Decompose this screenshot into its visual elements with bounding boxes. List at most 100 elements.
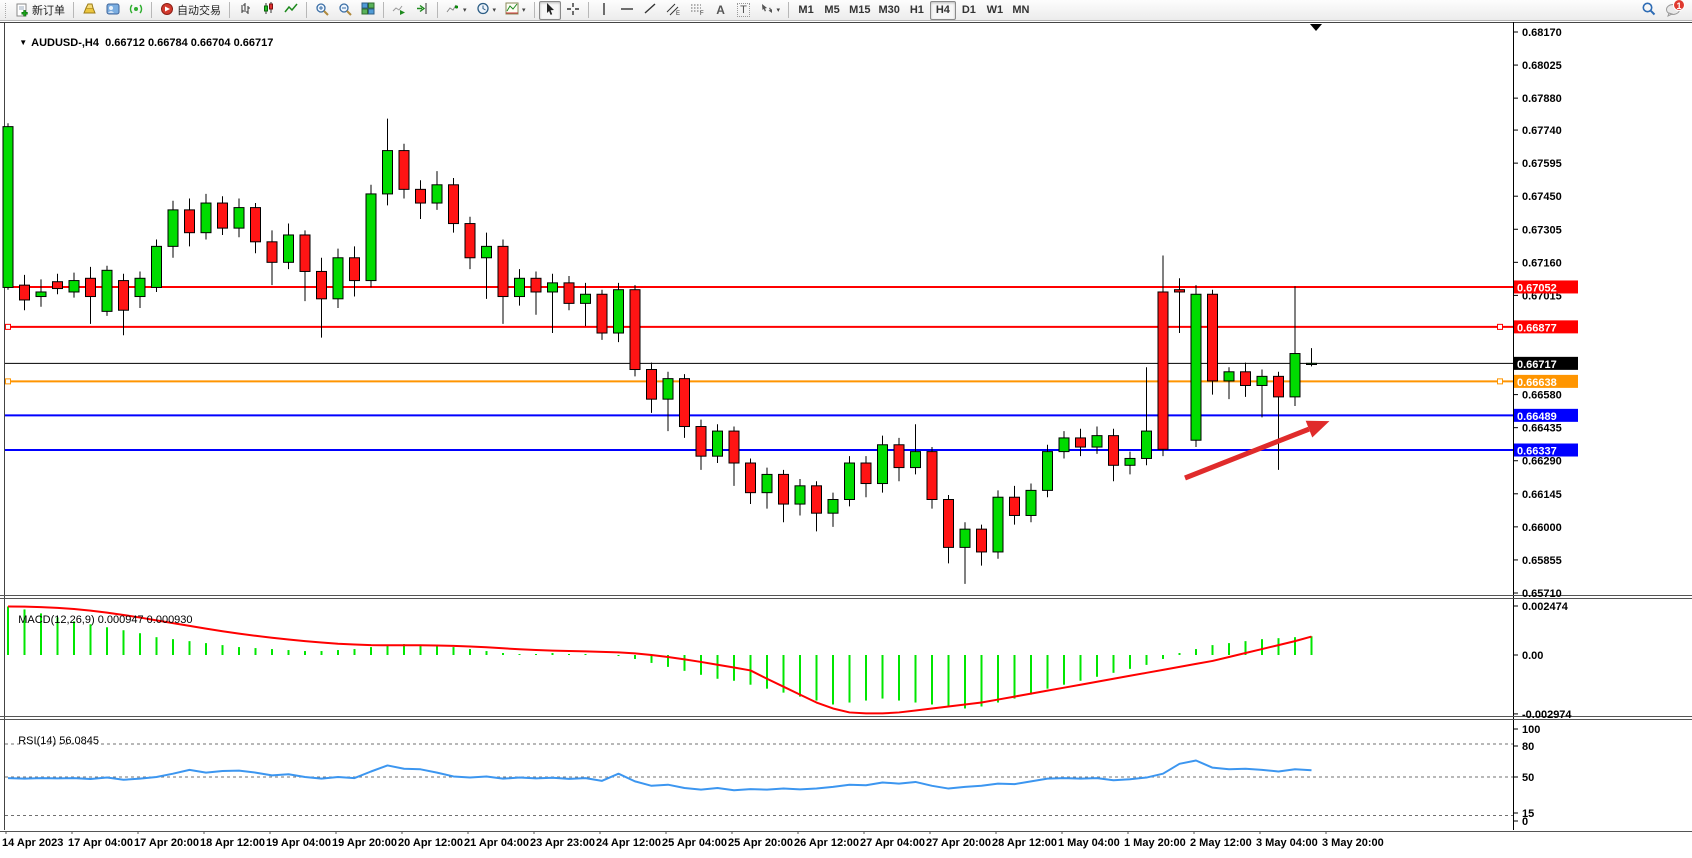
notifications-button[interactable]: 1: [1661, 1, 1685, 20]
candle-bear: [251, 208, 261, 242]
timeframe-button-m30[interactable]: M30: [874, 1, 903, 20]
bar-chart-button[interactable]: [234, 1, 256, 20]
rsi-tick-label: 50: [1522, 772, 1534, 784]
trend-arrow-head[interactable]: [1306, 421, 1330, 438]
text-button[interactable]: A: [710, 1, 732, 20]
timeframe-button-m1[interactable]: M1: [793, 1, 819, 20]
candle-bear: [416, 189, 426, 203]
zoom-in-button[interactable]: [311, 1, 333, 20]
level-price-label: 0.66337: [1517, 446, 1557, 458]
timeframe-button-h1[interactable]: H1: [904, 1, 930, 20]
timeframe-label: H1: [910, 4, 924, 16]
svg-text:F: F: [700, 11, 704, 16]
tile-windows-button[interactable]: [357, 1, 379, 20]
time-axis-label: 18 Apr 12:00: [200, 837, 265, 849]
vertical-line-button[interactable]: [593, 1, 615, 20]
text-label-button[interactable]: T: [733, 1, 755, 20]
candle-bull: [36, 292, 46, 297]
price-tick-label: 0.67740: [1522, 125, 1562, 137]
cursor-button[interactable]: [539, 1, 561, 20]
candle-bear: [53, 282, 63, 289]
line-chart-button[interactable]: [280, 1, 302, 20]
time-axis-label: 28 Apr 12:00: [992, 837, 1057, 849]
chart-shift-marker-icon[interactable]: [1310, 24, 1322, 31]
collapse-triangle-icon[interactable]: ▼: [19, 38, 27, 47]
candle-bull: [993, 497, 1003, 552]
level-line-handle[interactable]: [1498, 379, 1503, 384]
macd-current-values: 0.000947 0.000930: [98, 614, 193, 626]
candle-bear: [465, 224, 475, 258]
rsi-tick-label: 0: [1522, 816, 1528, 828]
signal-icon: [129, 2, 143, 18]
candle-bull: [911, 452, 921, 468]
candle-bear: [630, 290, 640, 370]
new-order-button[interactable]: 新订单: [11, 1, 69, 20]
candle-bull: [333, 258, 343, 299]
candle-bear: [317, 271, 327, 298]
timeframe-button-h4[interactable]: H4: [930, 1, 956, 20]
toolbar-separator: [383, 2, 384, 18]
candle-bear: [1241, 372, 1251, 386]
timeframe-label: M30: [878, 4, 899, 16]
dropdown-caret-icon: ▾: [777, 7, 781, 14]
chat-icon: 1: [1665, 3, 1681, 17]
candlestick-series: [3, 119, 1317, 584]
chart-window: 0.681700.680250.678800.677400.675950.674…: [0, 21, 1692, 853]
candle-bear: [1010, 497, 1020, 515]
auto-trading-button[interactable]: 自动交易: [156, 1, 225, 20]
toolbar-separator: [306, 2, 307, 18]
horizontal-line-button[interactable]: [616, 1, 638, 20]
candle-bull: [581, 294, 591, 303]
timeframe-button-mn[interactable]: MN: [1008, 1, 1034, 20]
level-line-handle[interactable]: [6, 324, 11, 329]
signals-button[interactable]: [125, 1, 147, 20]
chart-canvas[interactable]: 0.681700.680250.678800.677400.675950.674…: [0, 21, 1692, 853]
tile-windows-icon: [361, 2, 375, 18]
level-line-handle[interactable]: [6, 379, 11, 384]
templates-button[interactable]: ▾: [501, 1, 530, 20]
trendline-button[interactable]: [639, 1, 661, 20]
indicators-button[interactable]: ▾: [442, 1, 471, 20]
trend-arrow-line[interactable]: [1185, 429, 1309, 478]
candlestick-chart-icon: [262, 2, 275, 18]
candle-bear: [680, 379, 690, 427]
fibonacci-button[interactable]: F: [686, 1, 709, 20]
chart-shift-button[interactable]: [411, 1, 433, 20]
new-order-icon: [15, 3, 29, 17]
candle-bull: [482, 246, 492, 257]
timeframe-label: M1: [798, 4, 813, 16]
candle-bear: [1158, 292, 1168, 449]
arrows-button[interactable]: ▾: [756, 1, 785, 20]
timeframe-button-m15[interactable]: M15: [845, 1, 874, 20]
auto-scroll-button[interactable]: [388, 1, 410, 20]
rsi-tick-label: 100: [1522, 724, 1540, 736]
navigator-button[interactable]: [102, 1, 124, 20]
periods-button[interactable]: ▾: [472, 1, 501, 20]
timeframe-button-m5[interactable]: M5: [819, 1, 845, 20]
candle-bear: [1208, 294, 1218, 381]
search-button[interactable]: [1637, 1, 1660, 20]
bar-chart-icon: [239, 2, 252, 18]
timeframe-label: MN: [1012, 4, 1029, 16]
candle-bear: [779, 474, 789, 504]
price-tick-label: 0.67595: [1522, 158, 1562, 170]
rsi-line: [8, 761, 1312, 791]
candle-bear: [20, 285, 30, 300]
level-price-label: 0.66638: [1517, 377, 1557, 389]
candlestick-chart-button[interactable]: [257, 1, 279, 20]
candle-bull: [135, 278, 145, 296]
auto-trading-label: 自动交易: [177, 2, 221, 18]
price-tick-label: 0.65855: [1522, 555, 1562, 567]
timeframe-button-w1[interactable]: W1: [982, 1, 1008, 20]
crosshair-button[interactable]: [562, 1, 584, 20]
time-axis-label: 17 Apr 20:00: [134, 837, 199, 849]
level-line-handle[interactable]: [1498, 324, 1503, 329]
candle-bear: [267, 242, 277, 263]
market-watch-button[interactable]: [78, 1, 101, 20]
zoom-out-button[interactable]: [334, 1, 356, 20]
macd-tick-label: -0.002974: [1522, 709, 1572, 721]
equidistant-channel-button[interactable]: E: [662, 1, 685, 20]
timeframe-button-d1[interactable]: D1: [956, 1, 982, 20]
candle-bear: [861, 463, 871, 484]
time-axis-label: 21 Apr 04:00: [464, 837, 529, 849]
